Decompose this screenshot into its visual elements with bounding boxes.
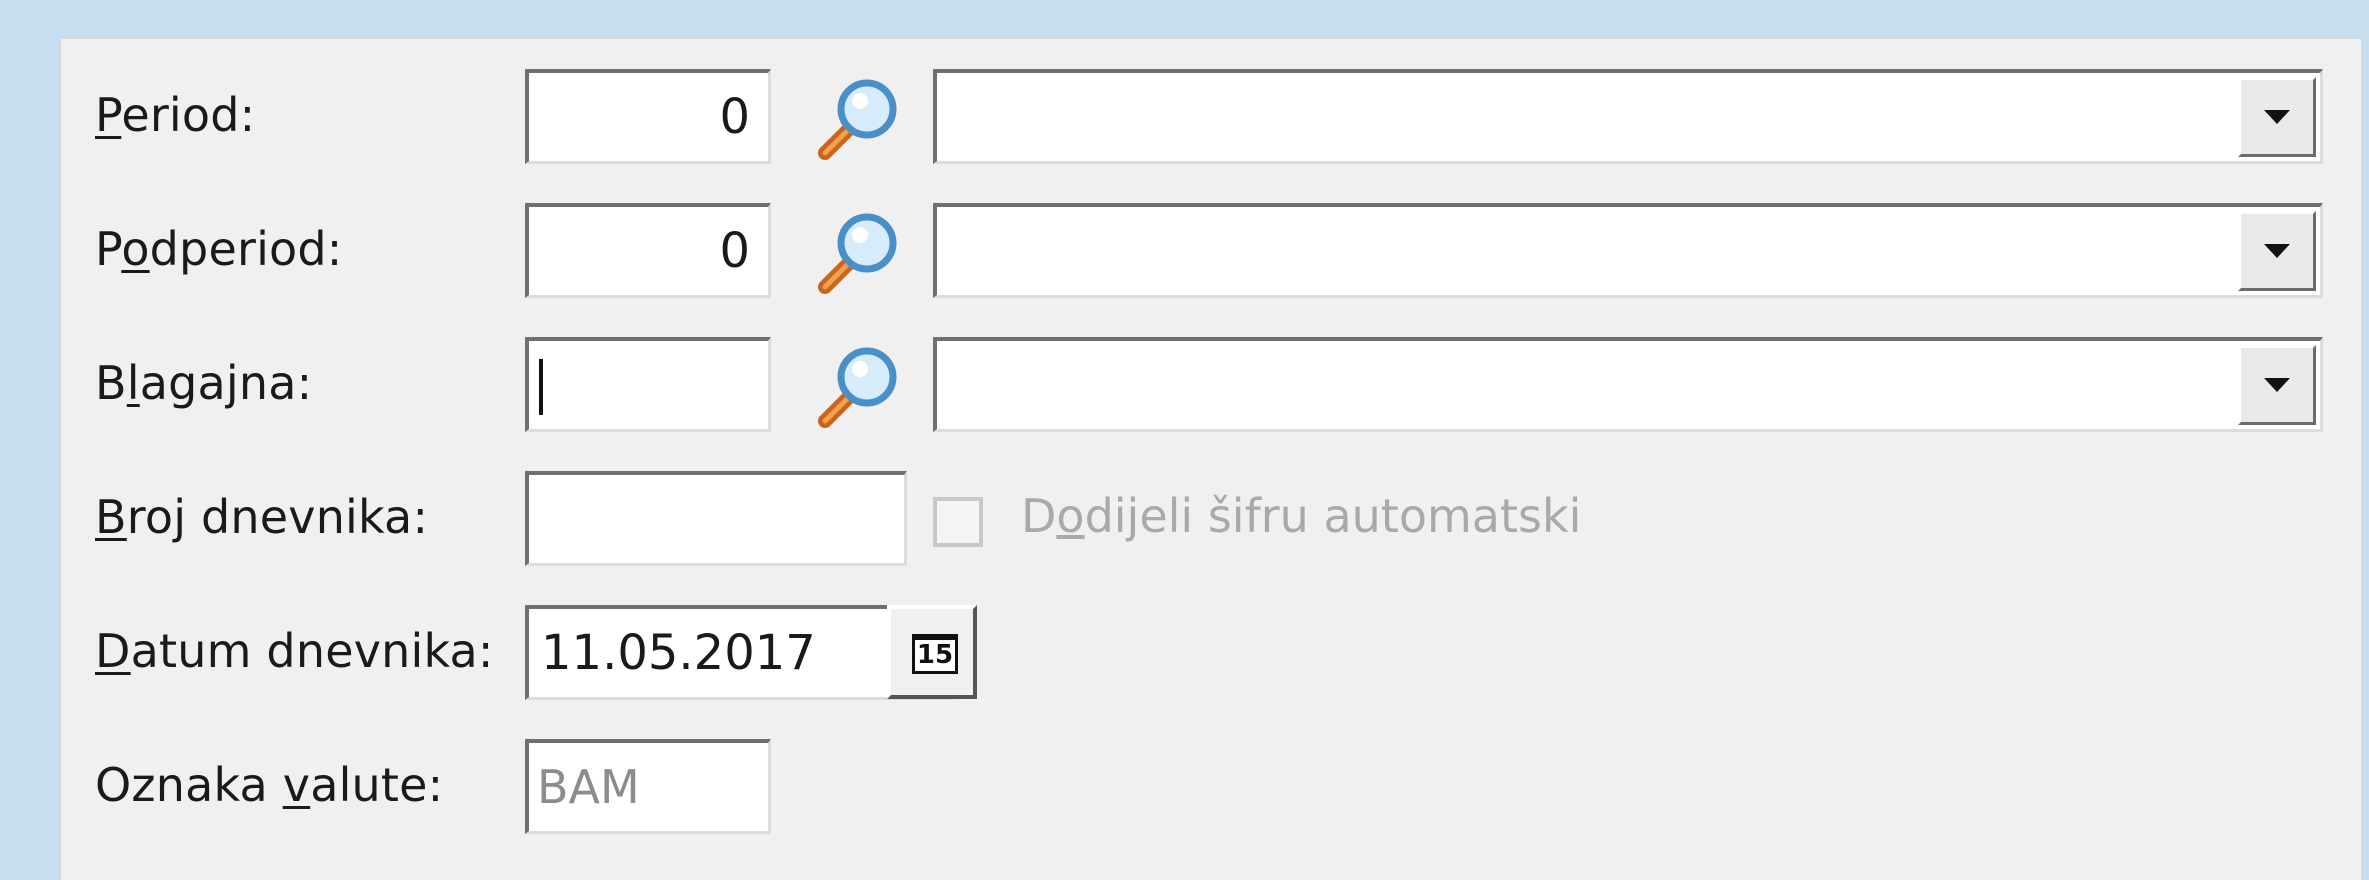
period-input[interactable]: 0	[525, 69, 771, 164]
form-panel: Period: 0 Podperiod: 0 Blagajna: Broj dn…	[60, 38, 2361, 880]
row-podperiod: Podperiod: 0	[61, 199, 2361, 299]
period-label: Period:	[95, 88, 256, 142]
blagajna-input[interactable]	[525, 337, 771, 432]
podperiod-input[interactable]: 0	[525, 203, 771, 298]
period-lookup-icon[interactable]	[811, 71, 903, 163]
row-broj-dnevnika: Broj dnevnika: Dodijeli šifru automatski	[61, 467, 2361, 567]
broj-dnevnika-input[interactable]	[525, 471, 907, 566]
podperiod-chevron-down-icon[interactable]	[2238, 211, 2316, 291]
period-chevron-down-icon[interactable]	[2238, 77, 2316, 157]
podperiod-label: Podperiod:	[95, 222, 343, 276]
text-caret	[539, 359, 543, 415]
calendar-icon: 15	[912, 634, 958, 674]
blagajna-combo[interactable]	[933, 337, 2323, 432]
blagajna-label: Blagajna:	[95, 356, 313, 410]
row-oznaka-valute: Oznaka valute: BAM	[61, 735, 2361, 835]
row-datum-dnevnika: Datum dnevnika: 11.05.2017 15	[61, 601, 2361, 701]
auto-code-checkbox-label: Dodijeli šifru automatski	[1021, 489, 1582, 543]
blagajna-chevron-down-icon[interactable]	[2238, 345, 2316, 425]
broj-dnevnika-label: Broj dnevnika:	[95, 490, 429, 544]
period-combo[interactable]	[933, 69, 2323, 164]
podperiod-lookup-icon[interactable]	[811, 205, 903, 297]
oznaka-valute-label: Oznaka valute:	[95, 758, 444, 812]
podperiod-combo[interactable]	[933, 203, 2323, 298]
blagajna-lookup-icon[interactable]	[811, 339, 903, 431]
auto-code-checkbox[interactable]	[933, 497, 983, 547]
datum-dnevnika-label: Datum dnevnika:	[95, 624, 494, 678]
row-blagajna: Blagajna:	[61, 333, 2361, 433]
row-period: Period: 0	[61, 65, 2361, 165]
oznaka-valute-input: BAM	[525, 739, 771, 834]
calendar-button[interactable]: 15	[887, 605, 977, 699]
